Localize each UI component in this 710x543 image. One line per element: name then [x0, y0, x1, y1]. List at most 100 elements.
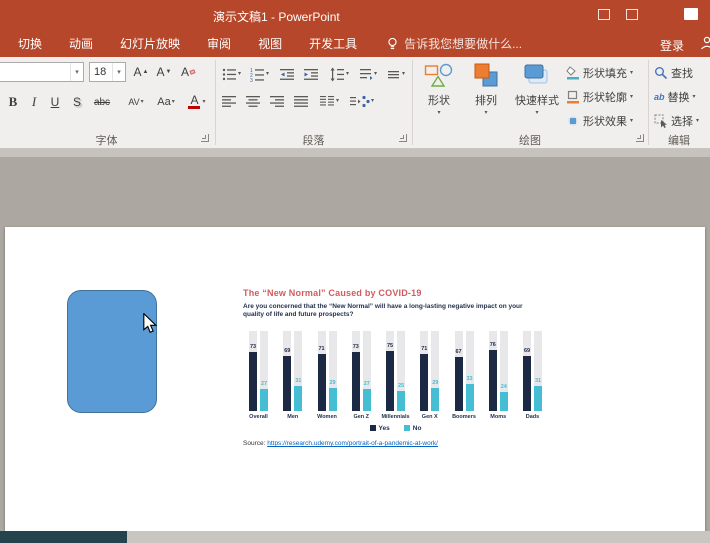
underline-button[interactable]: U — [45, 91, 65, 113]
font-size-value: 18 — [94, 66, 107, 78]
bar-track: 27 — [362, 330, 371, 411]
shapes-icon — [424, 63, 453, 87]
legend-swatch — [403, 425, 410, 432]
font-group-label: 字体 — [95, 135, 118, 147]
chevron-down-icon[interactable]: ▾ — [70, 63, 83, 81]
shape-fill-button[interactable]: 形状填充 ▾ — [566, 63, 633, 83]
minimize-button[interactable] — [626, 9, 638, 20]
bar-track: 73 — [249, 330, 257, 411]
chevron-down-icon: ▾ — [336, 98, 340, 104]
bar-track: 67 — [454, 330, 463, 411]
bar-value-label: 24 — [500, 383, 507, 390]
quick-styles-label: 快速样式 — [515, 95, 559, 107]
quick-styles-button[interactable]: 快速样式 ▾ — [510, 61, 564, 127]
window-title: 演示文稿1 - PowerPoint — [213, 10, 340, 24]
svg-text:3: 3 — [250, 78, 253, 82]
justify-button[interactable] — [294, 91, 309, 111]
editing-group-label: 编辑 — [668, 135, 690, 147]
bullets-button[interactable]: ▾ — [222, 64, 241, 84]
change-case-button[interactable]: Aa ▾ — [152, 91, 180, 113]
align-text-button[interactable]: ▾ — [386, 64, 405, 84]
strikethrough-button[interactable]: abc — [89, 91, 115, 113]
shape-outline-button[interactable]: 形状轮廓 ▾ — [566, 87, 633, 107]
source-prefix: Source: — [243, 439, 268, 447]
chart-subtitle: Are you concerned that the “New Normal” … — [243, 303, 523, 319]
font-color-button[interactable]: A ▾ — [184, 91, 210, 113]
ribbon-display-options-button[interactable] — [598, 9, 610, 20]
bar-fill — [328, 387, 337, 411]
text-shadow-button[interactable]: S — [67, 91, 87, 113]
slide-canvas[interactable]: The “New Normal” Caused by COVID-19 Are … — [5, 227, 705, 531]
shape-outline-icon — [567, 90, 579, 104]
tell-me-box[interactable]: 告诉我您想要做什么... — [386, 35, 522, 52]
source-link[interactable]: https://research.udemy.com/portrait-of-a… — [267, 440, 438, 447]
align-right-button[interactable] — [270, 91, 285, 111]
font-dialog-launcher[interactable] — [201, 134, 209, 142]
align-center-icon — [246, 95, 260, 107]
statusbar-fragment — [127, 531, 710, 543]
strikethrough-glyph: abc — [93, 96, 111, 108]
arrange-button[interactable]: 排列 ▾ — [464, 61, 508, 127]
tab-slideshow[interactable]: 幻灯片放映 — [120, 35, 180, 52]
bar-group: 67 33 Boomers — [449, 330, 480, 420]
shape-effects-button[interactable]: 形状效果 ▾ — [566, 111, 633, 131]
font-color-glyph: A — [188, 93, 201, 109]
clear-formatting-button[interactable]: A — [176, 61, 200, 83]
character-spacing-button[interactable]: AV ▾ — [122, 91, 150, 113]
drawing-dialog-launcher[interactable] — [636, 134, 644, 142]
line-spacing-button[interactable]: ▾ — [330, 64, 349, 84]
numbering-button[interactable]: 123 ▾ — [250, 64, 269, 84]
convert-to-smartart-button[interactable]: ▾ — [350, 91, 374, 111]
tab-review[interactable]: 审阅 — [207, 35, 231, 52]
shape-fill-icon — [566, 66, 579, 80]
find-button[interactable]: 查找 — [654, 63, 693, 83]
align-left-button[interactable] — [222, 91, 237, 111]
clear-formatting-glyph: A — [180, 65, 189, 79]
legend-label: Yes — [378, 424, 390, 432]
select-button[interactable]: 选择 ▾ — [654, 111, 699, 131]
find-label: 查找 — [671, 68, 693, 80]
chevron-down-icon[interactable]: ▾ — [202, 99, 205, 105]
bar-track: 76 — [488, 330, 497, 411]
person-icon — [701, 36, 710, 50]
replace-label: 替换 — [667, 92, 690, 104]
italic-button[interactable]: I — [24, 91, 44, 113]
bar-track: 71 — [317, 330, 326, 411]
bar-category-label: Boomers — [452, 413, 476, 420]
restore-button[interactable] — [684, 8, 698, 20]
decrease-indent-button[interactable] — [280, 64, 295, 84]
bold-button[interactable]: B — [3, 91, 23, 113]
account-avatar-icon[interactable] — [699, 35, 710, 51]
sign-in-button[interactable]: 登录 — [660, 37, 684, 54]
grow-font-button[interactable]: A ▲ — [130, 61, 152, 83]
font-name-combo[interactable]: ▾ — [0, 62, 84, 82]
replace-button[interactable]: ab 替换 ▾ — [654, 87, 696, 107]
chevron-down-icon: ▾ — [371, 98, 375, 104]
below-ribbon-strip — [0, 149, 710, 157]
align-center-button[interactable] — [246, 91, 261, 111]
bar-value-label: 31 — [534, 378, 542, 385]
down-arrow-icon: ▼ — [165, 69, 172, 75]
tab-animations[interactable]: 动画 — [69, 35, 93, 52]
font-size-combo[interactable]: 18 ▾ — [89, 62, 126, 82]
rounded-rectangle-shape[interactable] — [67, 290, 157, 413]
shrink-font-button[interactable]: A ▼ — [153, 61, 175, 83]
columns-button[interactable]: ▾ — [320, 91, 339, 111]
tab-view[interactable]: 视图 — [258, 35, 282, 52]
tab-developer[interactable]: 开发工具 — [309, 35, 357, 52]
chevron-down-icon[interactable]: ▾ — [112, 63, 125, 81]
shapes-button[interactable]: 形状 ▾ — [416, 61, 462, 127]
tab-transitions[interactable]: 切换 — [18, 35, 42, 52]
text-direction-button[interactable]: ▾ — [358, 64, 377, 84]
bar-category-label: Men — [287, 413, 299, 420]
shapes-label: 形状 — [428, 95, 450, 107]
chevron-down-icon: ▾ — [692, 94, 696, 100]
chart-image[interactable]: The “New Normal” Caused by COVID-19 Are … — [243, 288, 555, 447]
bar-group: 76 24 Moms — [483, 330, 514, 420]
chevron-down-icon: ▾ — [535, 110, 539, 116]
increase-indent-icon — [304, 68, 318, 80]
chevron-down-icon: ▾ — [171, 99, 175, 105]
paragraph-dialog-launcher[interactable] — [399, 134, 407, 142]
increase-indent-button[interactable] — [304, 64, 319, 84]
smartart-icon — [350, 95, 370, 107]
